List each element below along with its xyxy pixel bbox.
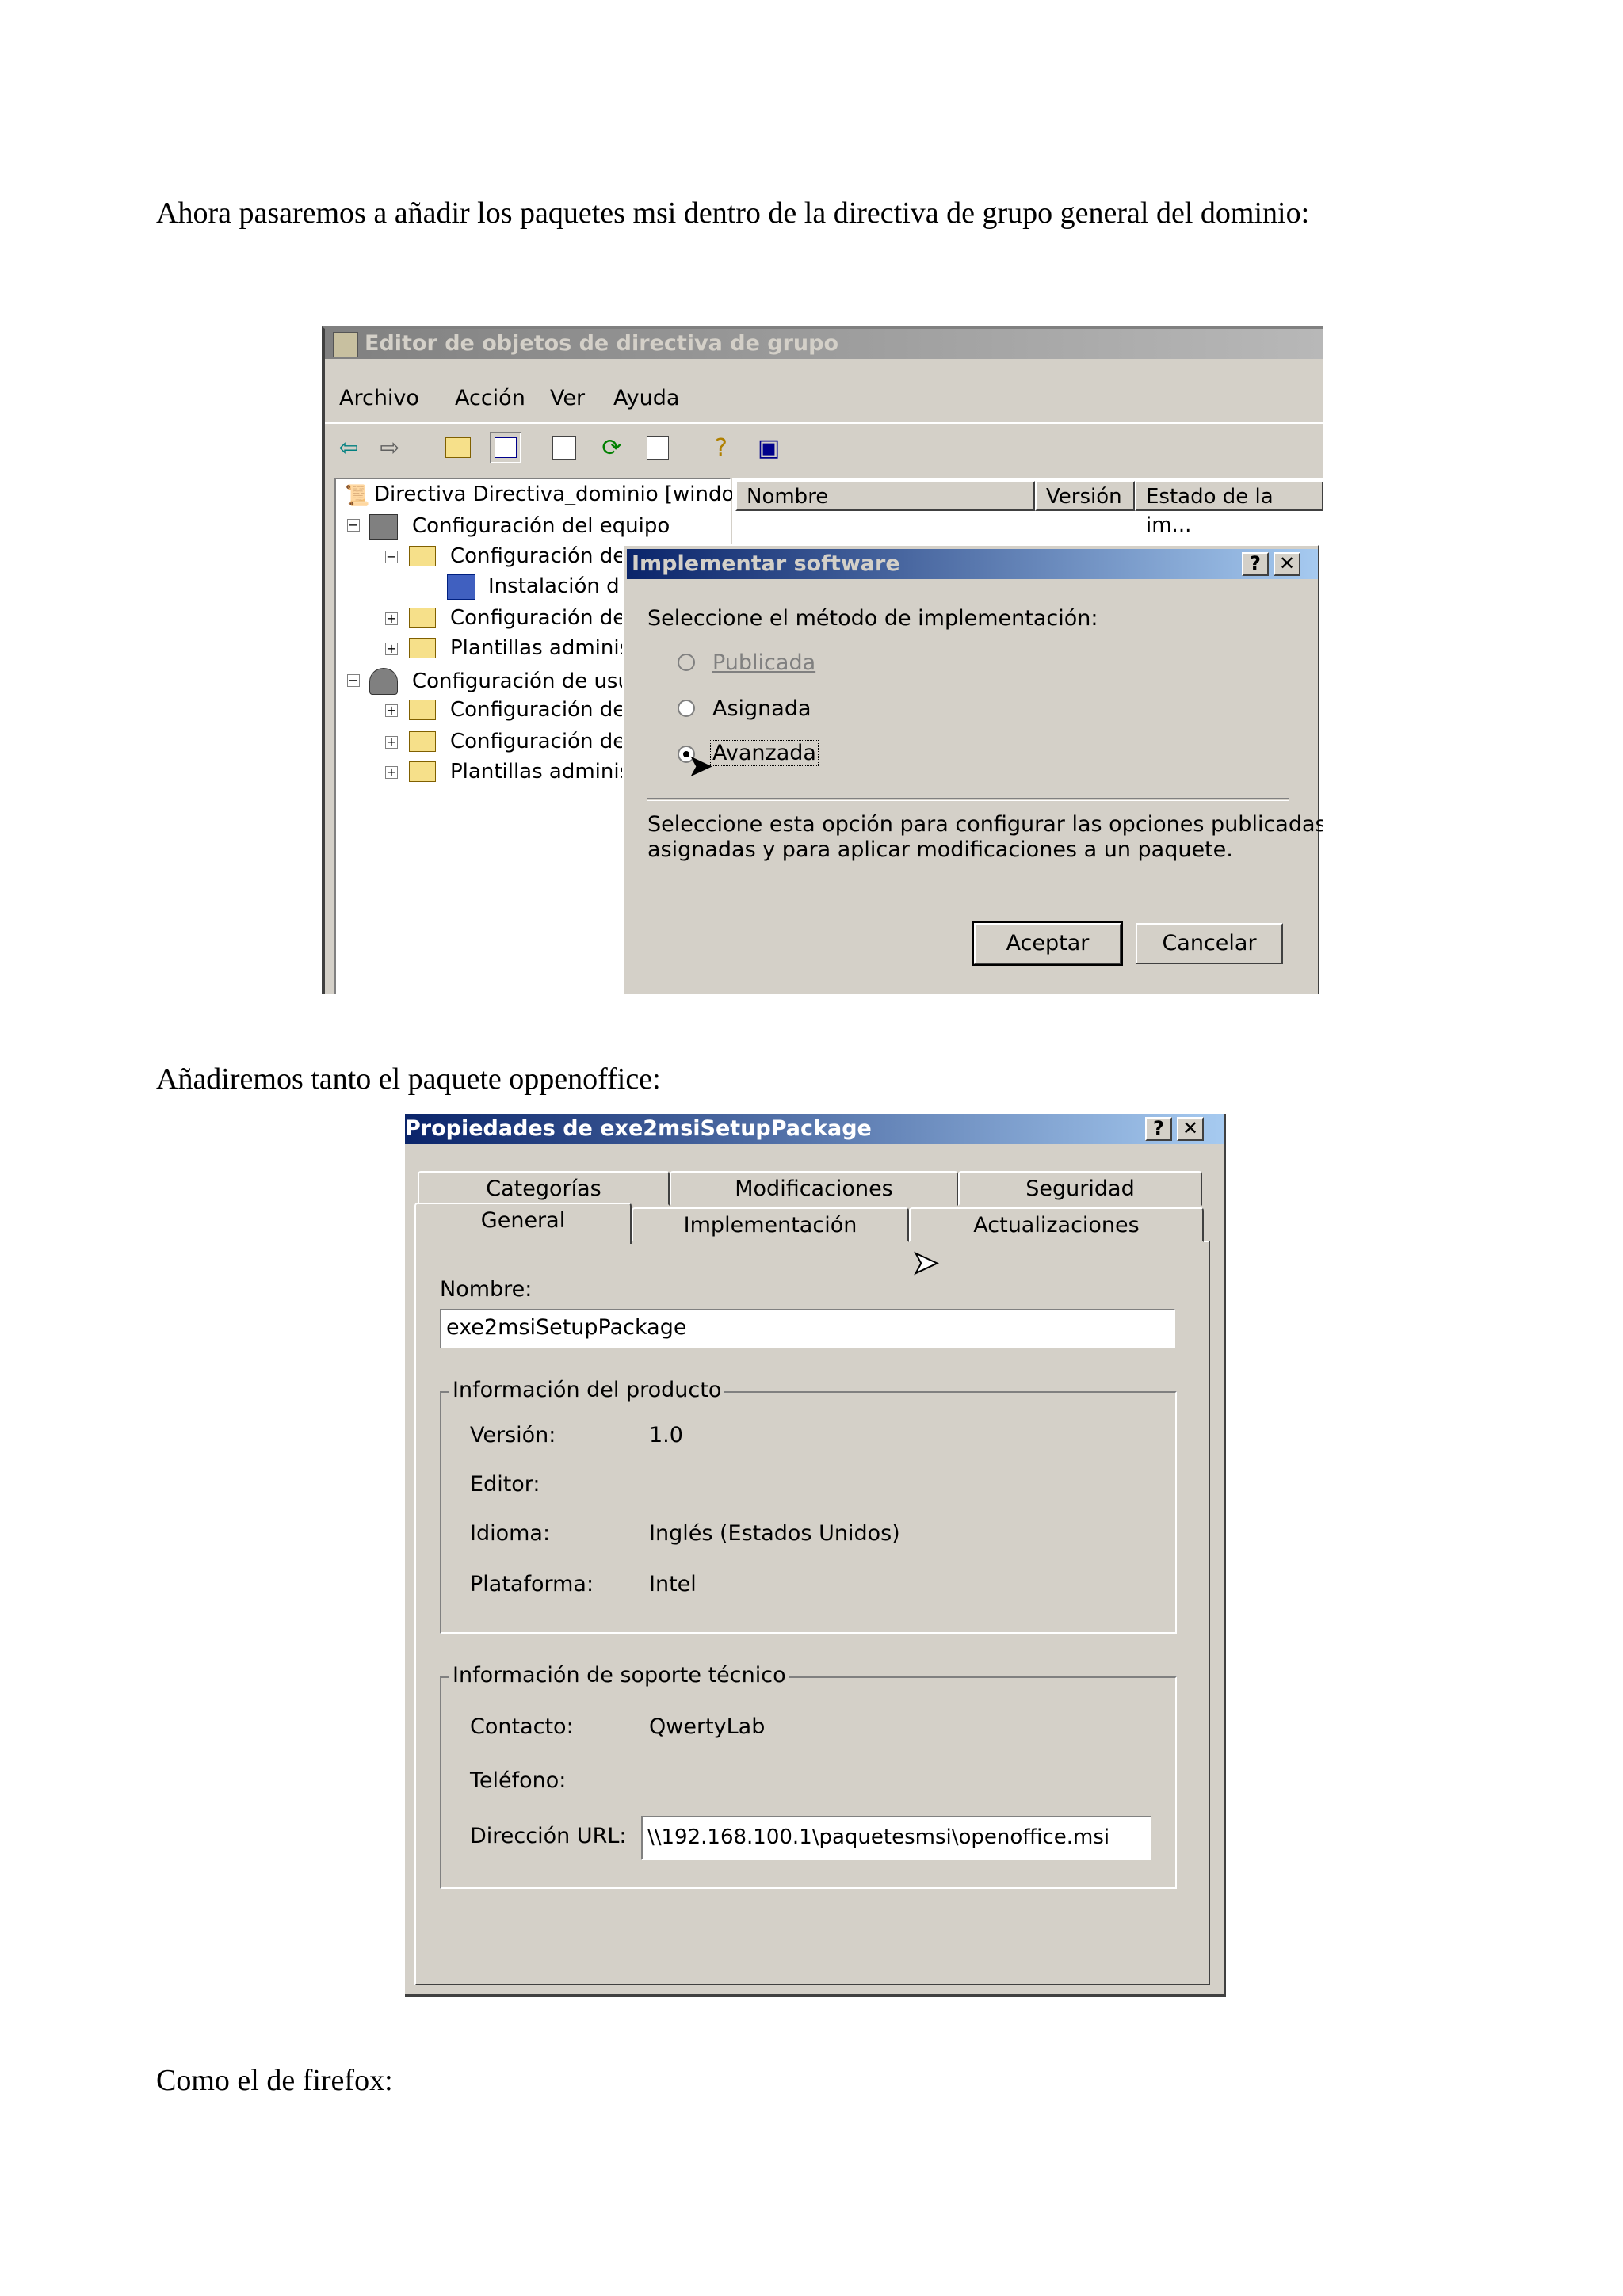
- tree-admin-templates[interactable]: Plantillas adminis: [450, 633, 630, 663]
- advanced-description-line1: Seleccione esta opción para configurar l…: [647, 812, 1323, 837]
- deploy-dialog-title: Implementar software: [632, 551, 900, 576]
- tree-user-templates[interactable]: Plantillas adminis: [450, 757, 630, 787]
- users-icon: [369, 668, 398, 695]
- support-info-group: Información de soporte técnico Contacto:…: [440, 1663, 1177, 1889]
- tab-categorias[interactable]: Categorías: [418, 1171, 670, 1206]
- radio-published-label: Publicada: [712, 650, 816, 675]
- version-value: 1.0: [649, 1423, 683, 1447]
- properties-titlebar: Propiedades de exe2msiSetupPackage: [405, 1114, 1224, 1144]
- show-tree-icon[interactable]: [490, 432, 521, 463]
- gpo-editor-title: Editor de objetos de directiva de grupo: [365, 331, 839, 356]
- folder-icon: [409, 731, 436, 752]
- folder-icon: [409, 761, 436, 782]
- tab-modificaciones[interactable]: Modificaciones: [670, 1171, 958, 1206]
- column-header-version[interactable]: Versión: [1035, 481, 1135, 511]
- firefox-paragraph: Como el de firefox:: [156, 2064, 393, 2097]
- column-header-status[interactable]: Estado de la im...: [1135, 481, 1323, 537]
- tab-actualizaciones[interactable]: Actualizaciones: [909, 1207, 1204, 1242]
- tree-collapse-icon[interactable]: −: [385, 551, 398, 563]
- tree-computer-config[interactable]: Configuración del equipo: [412, 511, 670, 541]
- back-arrow-icon[interactable]: ⇦: [333, 432, 365, 463]
- tree-expand-icon[interactable]: +: [385, 766, 398, 779]
- tree-software-install[interactable]: Instalación d: [488, 571, 620, 601]
- column-header-name[interactable]: Nombre: [735, 481, 1035, 511]
- tree-expand-icon[interactable]: +: [385, 704, 398, 717]
- tab-implementacion[interactable]: Implementación: [632, 1207, 909, 1242]
- platform-label: Plataforma:: [470, 1572, 594, 1596]
- tab-seguridad[interactable]: Seguridad: [958, 1171, 1202, 1206]
- help-icon[interactable]: ?: [705, 432, 737, 463]
- properties-icon[interactable]: [548, 432, 580, 463]
- url-label: Dirección URL:: [470, 1824, 627, 1848]
- deploy-method-prompt: Seleccione el método de implementación:: [647, 606, 1098, 631]
- tree-user-software[interactable]: Configuración de: [450, 695, 625, 725]
- gpo-app-icon: [333, 332, 358, 357]
- tab-general[interactable]: General: [414, 1203, 632, 1244]
- folder-icon: [409, 700, 436, 720]
- version-label: Versión:: [470, 1423, 556, 1447]
- folder-icon: [409, 546, 436, 566]
- intro-paragraph: Ahora pasaremos a añadir los paquetes ms…: [156, 196, 1310, 230]
- menu-ayuda[interactable]: Ayuda: [613, 386, 679, 410]
- properties-title: Propiedades de exe2msiSetupPackage: [405, 1116, 872, 1141]
- close-button[interactable]: ✕: [1274, 552, 1300, 576]
- language-label: Idioma:: [470, 1521, 551, 1546]
- name-label: Nombre:: [440, 1277, 533, 1302]
- package-properties-screenshot: Propiedades de exe2msiSetupPackage ? ✕ C…: [405, 1114, 1226, 1997]
- ok-button[interactable]: Aceptar: [972, 921, 1123, 966]
- folder-icon: [409, 608, 436, 628]
- phone-label: Teléfono:: [470, 1768, 567, 1793]
- dialog-separator: [647, 798, 1289, 801]
- url-field[interactable]: \\192.168.100.1\paquetesmsi\openoffice.m…: [641, 1816, 1151, 1860]
- tree-expand-icon[interactable]: +: [385, 643, 398, 655]
- radio-assigned[interactable]: [678, 700, 695, 717]
- deploy-software-dialog: Implementar software ? ✕ Seleccione el m…: [622, 544, 1323, 994]
- forward-arrow-icon[interactable]: ⇨: [374, 432, 406, 463]
- platform-value: Intel: [649, 1572, 697, 1596]
- tree-user-config[interactable]: Configuración de usu: [412, 666, 631, 696]
- language-value: Inglés (Estados Unidos): [649, 1521, 900, 1546]
- editor-label: Editor:: [470, 1472, 540, 1497]
- radio-advanced-label: Avanzada: [710, 740, 819, 766]
- tree-user-windows[interactable]: Configuración de: [450, 727, 625, 757]
- refresh-icon[interactable]: ⟳: [596, 432, 628, 463]
- menu-ver[interactable]: Ver: [550, 386, 585, 410]
- support-info-title: Información de soporte técnico: [449, 1663, 789, 1688]
- action-pane-icon[interactable]: ▣: [753, 432, 785, 463]
- gpo-editor-titlebar: Editor de objetos de directiva de grupo: [325, 329, 1323, 359]
- menu-accion[interactable]: Acción: [455, 386, 525, 410]
- contact-label: Contacto:: [470, 1714, 574, 1739]
- package-icon: [447, 574, 475, 600]
- toolbar-separator-top: [325, 422, 1323, 424]
- menu-archivo[interactable]: Archivo: [339, 386, 419, 410]
- tree-software-config[interactable]: Configuración de: [450, 541, 625, 571]
- folder-icon: [409, 638, 436, 658]
- export-list-icon[interactable]: [642, 432, 674, 463]
- help-button[interactable]: ?: [1242, 552, 1269, 576]
- tree-expand-icon[interactable]: +: [385, 612, 398, 625]
- tree-collapse-icon[interactable]: −: [347, 674, 360, 687]
- gpo-editor-screenshot: Editor de objetos de directiva de grupo …: [322, 326, 1323, 994]
- radio-assigned-label: Asignada: [712, 696, 812, 721]
- openoffice-paragraph: Añadiremos tanto el paquete oppenoffice:: [156, 1062, 661, 1096]
- close-button[interactable]: ✕: [1177, 1117, 1204, 1141]
- policy-icon: 📜: [344, 484, 370, 508]
- mouse-pointer-icon: ➤: [687, 748, 714, 784]
- contact-value: QwertyLab: [649, 1714, 766, 1739]
- product-info-title: Información del producto: [449, 1378, 725, 1402]
- help-button[interactable]: ?: [1145, 1117, 1172, 1141]
- tree-expand-icon[interactable]: +: [385, 736, 398, 749]
- radio-published[interactable]: [678, 654, 695, 671]
- product-info-group: Información del producto Versión: 1.0 Ed…: [440, 1378, 1177, 1634]
- tree-windows-config[interactable]: Configuración de: [450, 603, 625, 633]
- name-field[interactable]: exe2msiSetupPackage: [440, 1309, 1175, 1348]
- deploy-dialog-titlebar: Implementar software: [627, 549, 1318, 579]
- mouse-pointer-icon: ➤: [911, 1245, 939, 1281]
- advanced-description-line2: asignadas y para aplicar modificaciones …: [647, 837, 1233, 862]
- cancel-button[interactable]: Cancelar: [1136, 923, 1283, 964]
- tree-collapse-icon[interactable]: −: [347, 519, 360, 532]
- up-folder-icon[interactable]: [442, 432, 474, 463]
- computer-icon: [369, 514, 398, 540]
- tree-root[interactable]: Directiva Directiva_dominio [windoᴜ: [374, 479, 746, 509]
